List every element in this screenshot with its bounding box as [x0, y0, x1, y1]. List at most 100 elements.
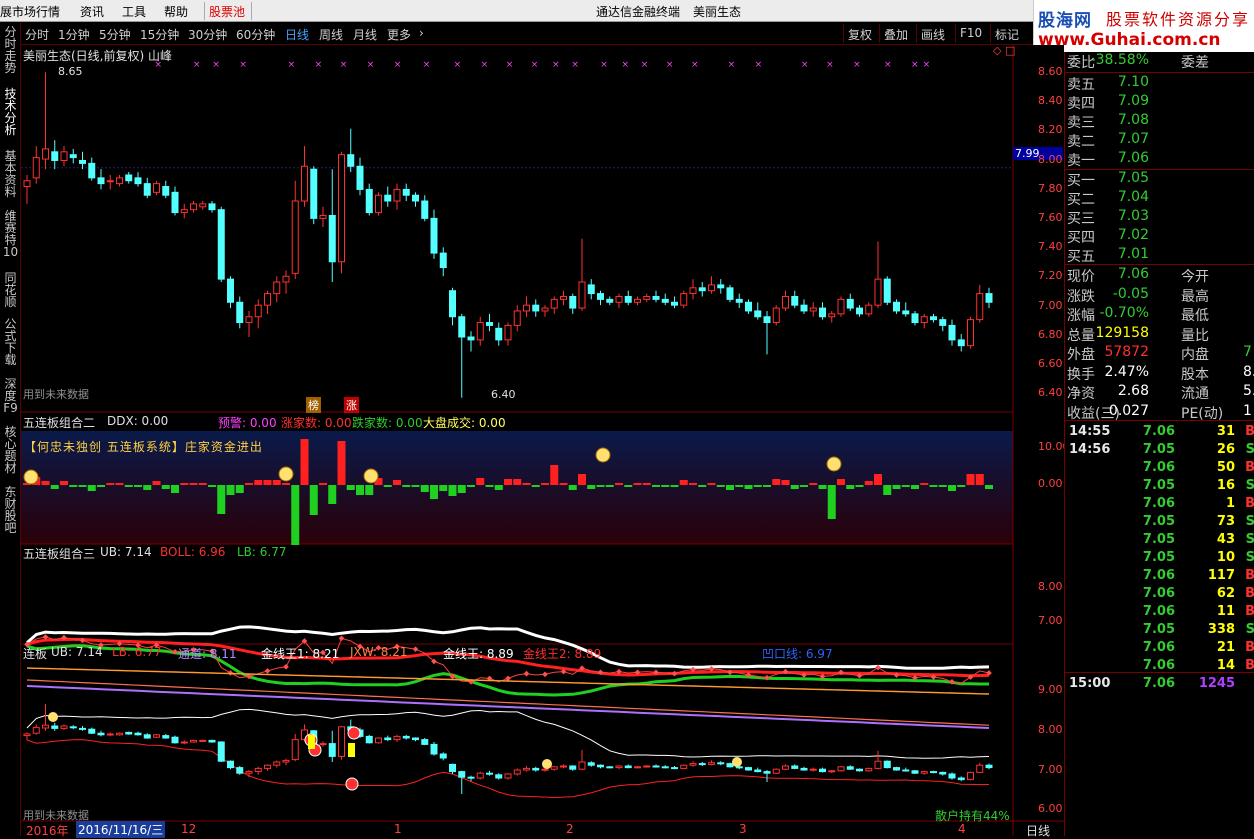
candle-body — [735, 298, 743, 303]
mini-candle-body — [578, 761, 586, 770]
mini-candle-body — [143, 734, 151, 739]
ddx-bar — [393, 480, 401, 485]
menu-help[interactable]: 帮助 — [164, 3, 188, 20]
candle-body — [680, 293, 688, 306]
ddx-bar — [217, 485, 226, 514]
chevron-right-icon[interactable]: › — [419, 26, 424, 40]
side-tab-timeshare[interactable]: 分时走势 — [2, 26, 19, 80]
menu-stock-pool[interactable]: 股票池 — [209, 3, 245, 20]
mini-candle-body — [569, 765, 577, 770]
period-weekly[interactable]: 周线 — [319, 26, 343, 43]
signal-marker: × — [641, 60, 649, 70]
ddx-bar — [60, 481, 68, 485]
f10-button[interactable]: F10 — [955, 24, 986, 43]
side-tab-tonghuashun[interactable]: 同花顺 — [2, 272, 19, 312]
candle-body — [171, 191, 179, 214]
mini-candle-body — [476, 772, 484, 779]
side-tab-fundamentals[interactable]: 基本资料 — [2, 150, 19, 204]
y-tick-label: 8.60 — [1038, 65, 1063, 78]
signal-marker: × — [454, 60, 462, 70]
ddx-bar — [985, 485, 993, 489]
panel4-notch-line: 凹口线: 6.97 — [762, 647, 833, 661]
ask-row: 卖四 7.09 — [1067, 93, 1149, 112]
ddx-bar — [763, 485, 771, 487]
maximize-icon[interactable]: ◇ — [993, 44, 1001, 57]
menu-tools[interactable]: 工具 — [122, 3, 146, 20]
candle-body — [550, 298, 558, 309]
signal-marker: × — [853, 60, 861, 70]
period-30min[interactable]: 30分钟 — [188, 26, 227, 43]
ddx-bar — [827, 485, 836, 519]
mini-candle-body — [902, 769, 910, 772]
period-daily[interactable]: 日线 — [285, 26, 309, 43]
ddx-bar — [494, 485, 503, 490]
menu-market[interactable]: 展市场行情 — [0, 3, 60, 20]
mini-candle-body — [125, 731, 133, 735]
candle-body — [69, 154, 77, 159]
mini-candle-body — [245, 771, 253, 774]
y-tick-label: 8.00 — [1038, 580, 1063, 593]
mark-button[interactable]: 标记 — [990, 24, 1023, 43]
mini-candle-body — [652, 765, 660, 768]
side-tab-depth-f9[interactable]: 深度F9 — [2, 378, 19, 422]
ddx-bar — [920, 483, 929, 485]
signal-marker: × — [367, 60, 375, 70]
side-tab-eastmoney-forum[interactable]: 东财股吧 — [2, 486, 19, 540]
signal-marker: × — [691, 60, 699, 70]
panel3-ub: UB: 7.14 — [100, 545, 152, 559]
candle-body — [745, 301, 752, 312]
ddx-bar — [744, 485, 753, 489]
weibi-row: 委比 -38.58% 委差 — [1067, 52, 1209, 71]
ddx-bar — [809, 483, 818, 485]
ddx-bar — [624, 485, 633, 487]
ask-row: 卖五 7.10 — [1067, 74, 1149, 93]
period-timeshare[interactable]: 分时 — [25, 26, 49, 43]
period-5min[interactable]: 5分钟 — [99, 26, 131, 43]
side-tab-core-theme[interactable]: 核心题材 — [2, 426, 19, 480]
candle-body — [587, 284, 595, 295]
signal-marker: × — [315, 60, 323, 70]
period-monthly[interactable]: 月线 — [353, 26, 377, 43]
mini-candle-body — [828, 770, 836, 773]
side-tab-formula-download[interactable]: 公式下载 — [2, 318, 19, 372]
ddx-bar — [309, 485, 318, 515]
mini-candle-body — [726, 763, 734, 768]
candle-body — [763, 316, 771, 324]
overlay-button[interactable]: 叠加 — [879, 24, 912, 43]
candle-body — [689, 287, 697, 295]
mini-candle-body — [763, 771, 771, 774]
mini-candle-body — [254, 767, 262, 773]
candle-body — [856, 307, 863, 315]
mini-candle-body — [967, 771, 974, 781]
mini-candle-body — [717, 762, 725, 765]
draw-line-button[interactable]: 画线 — [916, 24, 949, 43]
close-icon[interactable]: □ — [1005, 44, 1015, 57]
menu-news[interactable]: 资讯 — [80, 3, 104, 20]
candle-body — [402, 188, 410, 196]
y-tick-label: 6.40 — [1038, 386, 1063, 400]
candle-body — [356, 165, 364, 190]
close-tick-row: 15:00 7.06 1245 — [1069, 676, 1235, 691]
y-tick-label: 8.00 — [1038, 723, 1063, 736]
mini-candle-body — [69, 726, 77, 729]
ddx-bar — [818, 485, 827, 489]
mini-candle-body — [365, 735, 373, 744]
panel3-boll: BOLL: 6.96 — [160, 545, 226, 559]
mini-candle-body — [291, 739, 299, 761]
period-1min[interactable]: 1分钟 — [58, 26, 90, 43]
side-tab-bar: 分时走势 技术分析 基本资料 维赛特10 同花顺 公式下载 深度F9 核心题材 … — [0, 22, 21, 836]
restore-rights-button[interactable]: 复权 — [843, 24, 876, 43]
ddx-bar — [143, 485, 152, 490]
ddx-bar — [948, 485, 956, 491]
side-tab-weisaite[interactable]: 维赛特10 — [2, 210, 19, 266]
ddx-bar — [245, 483, 253, 485]
period-60min[interactable]: 60分钟 — [236, 26, 275, 43]
ddx-bar — [957, 485, 966, 487]
mini-candle-body — [319, 743, 327, 746]
side-tab-technical[interactable]: 技术分析 — [2, 88, 19, 142]
ddx-bar — [679, 480, 688, 485]
candle-body — [421, 200, 429, 219]
period-15min[interactable]: 15分钟 — [140, 26, 179, 43]
period-more[interactable]: 更多 — [387, 26, 411, 43]
ddx-bar — [975, 474, 984, 485]
